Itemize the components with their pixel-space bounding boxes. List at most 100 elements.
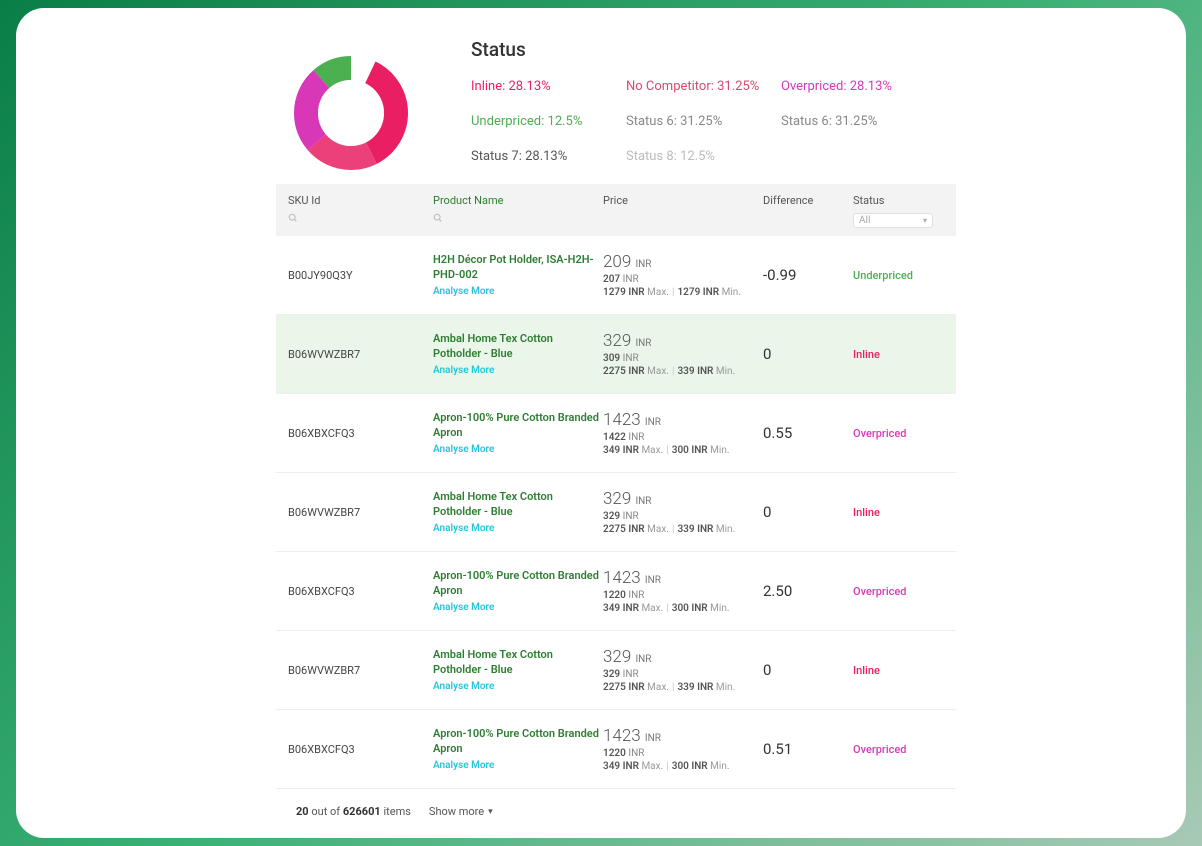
- legend-item: Status 7: 28.13%: [471, 149, 626, 164]
- status-badge: Inline: [853, 348, 953, 361]
- product-cell: Ambal Home Tex Cotton Potholder - Blue An…: [433, 332, 603, 377]
- price-sub: 207 INR: [603, 274, 763, 285]
- status-badge: Overpriced: [853, 427, 953, 440]
- product-name: Apron-100% Pure Cotton Branded Apron: [433, 411, 603, 441]
- status-badge: Inline: [853, 664, 953, 677]
- price-range: 2275 INR Max.|339 INR Min.: [603, 366, 763, 377]
- table-row: B06WVWZBR7Ambal Home Tex Cotton Potholde…: [276, 315, 956, 394]
- table-row: B06XBXCFQ3Apron-100% Pure Cotton Branded…: [276, 710, 956, 789]
- price-main: 329 INR: [603, 331, 763, 351]
- status-badge: Underpriced: [853, 269, 953, 282]
- price-sub: 1422 INR: [603, 432, 763, 443]
- price-cell: 329 INR309 INR2275 INR Max.|339 INR Min.: [603, 331, 763, 377]
- status-badge: Overpriced: [853, 585, 953, 598]
- price-main: 209 INR: [603, 252, 763, 272]
- status-title: Status: [471, 38, 936, 61]
- price-main: 1423 INR: [603, 726, 763, 746]
- product-name: H2H Décor Pot Holder, ISA-H2H-PHD-002: [433, 253, 603, 283]
- price-cell: 1423 INR 1422 INR 349 INR Max.|300 INR Min…: [603, 410, 763, 456]
- difference-cell: 0.55: [763, 424, 853, 442]
- price-cell: 1423 INR 1220 INR 349 INR Max.|300 INR Min…: [603, 726, 763, 772]
- product-name: Ambal Home Tex Cotton Potholder - Blue: [433, 648, 603, 678]
- product-name: Ambal Home Tex Cotton Potholder - Blue: [433, 490, 603, 520]
- pagination-count: 20 out of 626601 items: [296, 805, 411, 818]
- th-price: Price: [603, 194, 763, 207]
- product-name: Apron-100% Pure Cotton Branded Apron: [433, 569, 603, 599]
- price-range: 1279 INR Max.|1279 INR Min.: [603, 287, 763, 298]
- sku-cell: B06XBXCFQ3: [288, 427, 433, 440]
- price-main: 329 INR: [603, 647, 763, 667]
- analyse-more-link[interactable]: Analyse More: [433, 681, 494, 692]
- th-sku: SKU Id: [288, 194, 433, 226]
- table-row: B06WVWZBR7Ambal Home Tex Cotton Potholde…: [276, 631, 956, 710]
- sku-cell: B06XBXCFQ3: [288, 585, 433, 598]
- analyse-more-link[interactable]: Analyse More: [433, 523, 494, 534]
- price-range: 2275 INR Max.|339 INR Min.: [603, 682, 763, 693]
- legend-item: Overpriced: 28.13%: [781, 79, 936, 94]
- analyse-more-link[interactable]: Analyse More: [433, 365, 494, 376]
- product-cell: Apron-100% Pure Cotton Branded Apron Anal…: [433, 727, 603, 772]
- legend-item: Inline: 28.13%: [471, 79, 626, 94]
- analyse-more-link[interactable]: Analyse More: [433, 286, 494, 297]
- table-row: B06XBXCFQ3Apron-100% Pure Cotton Branded…: [276, 394, 956, 473]
- chevron-down-icon: ▾: [923, 216, 927, 225]
- price-range: 349 INR Max.|300 INR Min.: [603, 761, 763, 772]
- analyse-more-link[interactable]: Analyse More: [433, 602, 494, 613]
- th-difference: Difference: [763, 194, 853, 207]
- products-table: SKU Id Product Name Price Difference Sta…: [276, 184, 956, 789]
- status-legend-block: Status Inline: 28.13%No Competitor: 31.2…: [471, 38, 936, 164]
- legend-item: No Competitor: 31.25%: [626, 79, 781, 94]
- sku-cell: B06XBXCFQ3: [288, 743, 433, 756]
- product-cell: Apron-100% Pure Cotton Branded Apron Anal…: [433, 411, 603, 456]
- status-filter-dropdown[interactable]: All ▾: [853, 213, 933, 228]
- price-cell: 329 INR 329 INR 2275 INR Max.|339 INR Min.: [603, 489, 763, 535]
- sku-cell: B06WVWZBR7: [288, 506, 433, 519]
- product-cell: H2H Décor Pot Holder, ISA-H2H-PHD-002 Ana…: [433, 253, 603, 298]
- price-sub: 329 INR: [603, 511, 763, 522]
- search-icon[interactable]: [288, 213, 433, 226]
- price-sub: 1220 INR: [603, 748, 763, 759]
- price-sub: 329 INR: [603, 669, 763, 680]
- price-cell: 1423 INR 1220 INR 349 INR Max.|300 INR Min…: [603, 568, 763, 614]
- product-cell: Ambal Home Tex Cotton Potholder - Blue An…: [433, 648, 603, 693]
- table-footer: 20 out of 626601 items Show more ▾: [276, 789, 1186, 818]
- status-legend-grid: Inline: 28.13%No Competitor: 31.25%Overp…: [471, 79, 936, 164]
- th-product: Product Name: [433, 194, 603, 226]
- sku-cell: B06WVWZBR7: [288, 348, 433, 361]
- price-range: 349 INR Max.|300 INR Min.: [603, 445, 763, 456]
- price-main: 329 INR: [603, 489, 763, 509]
- price-range: 2275 INR Max.|339 INR Min.: [603, 524, 763, 535]
- analyse-more-link[interactable]: Analyse More: [433, 444, 494, 455]
- show-more-button[interactable]: Show more ▾: [429, 805, 493, 818]
- difference-cell: 0: [763, 661, 853, 679]
- difference-cell: 0: [763, 345, 853, 363]
- sku-cell: B00JY90Q3Y: [288, 269, 433, 282]
- analyse-more-link[interactable]: Analyse More: [433, 760, 494, 771]
- th-status: Status All ▾: [853, 194, 953, 228]
- product-name: Apron-100% Pure Cotton Branded Apron: [433, 727, 603, 757]
- search-icon[interactable]: [433, 213, 603, 226]
- price-main: 1423 INR: [603, 568, 763, 588]
- legend-item: Status 6: 31.25%: [626, 114, 781, 129]
- chevron-down-icon: ▾: [488, 807, 493, 817]
- price-range: 349 INR Max.|300 INR Min.: [603, 603, 763, 614]
- legend-item: Status 8: 12.5%: [626, 149, 781, 164]
- legend-item: Status 6: 31.25%: [781, 114, 936, 129]
- table-header: SKU Id Product Name Price Difference Sta…: [276, 184, 956, 236]
- price-main: 1423 INR: [603, 410, 763, 430]
- status-badge: Inline: [853, 506, 953, 519]
- product-cell: Ambal Home Tex Cotton Potholder - Blue An…: [433, 490, 603, 535]
- price-cell: 329 INR 329 INR 2275 INR Max.|339 INR Min.: [603, 647, 763, 693]
- table-row: B06XBXCFQ3Apron-100% Pure Cotton Branded…: [276, 552, 956, 631]
- sku-cell: B06WVWZBR7: [288, 664, 433, 677]
- dashboard-card: Status Inline: 28.13%No Competitor: 31.2…: [16, 8, 1186, 838]
- difference-cell: 0.51: [763, 740, 853, 758]
- table-row: B06WVWZBR7Ambal Home Tex Cotton Potholde…: [276, 473, 956, 552]
- table-body: B00JY90Q3YH2H Décor Pot Holder, ISA-H2H-…: [276, 236, 956, 789]
- table-row: B00JY90Q3YH2H Décor Pot Holder, ISA-H2H-…: [276, 236, 956, 315]
- price-sub: 1220 INR: [603, 590, 763, 601]
- product-name: Ambal Home Tex Cotton Potholder - Blue: [433, 332, 603, 362]
- difference-cell: 2.50: [763, 582, 853, 600]
- price-cell: 209 INR 207 INR 1279 INR Max.|1279 INR Min…: [603, 252, 763, 298]
- difference-cell: -0.99: [763, 266, 853, 284]
